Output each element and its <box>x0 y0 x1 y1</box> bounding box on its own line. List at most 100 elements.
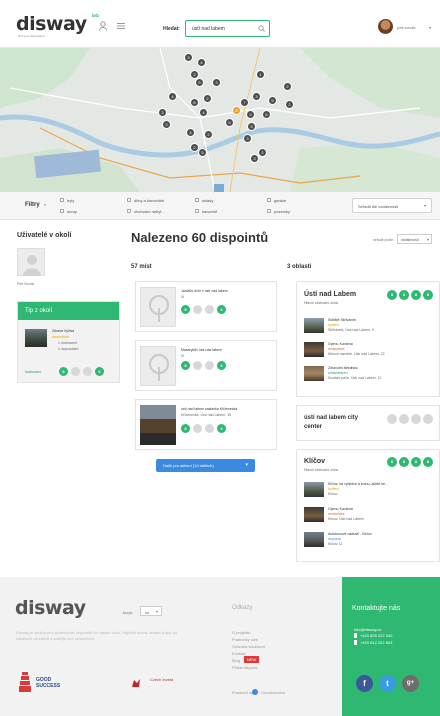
map-pin[interactable]: 5 <box>198 148 207 157</box>
place-card[interactable]: ústí nad labem zastávka Kříženecká Kříže… <box>135 399 277 450</box>
powered-by-name[interactable]: Goodsuccess <box>261 690 285 695</box>
user-icon[interactable] <box>99 21 107 31</box>
partner-logo-czechinvest[interactable]: Czech Invest <box>130 675 178 693</box>
place-card[interactable]: Jarošův dvůr v ústí nad labem XI 8 6 <box>135 281 277 332</box>
map-pin[interactable]: 3 <box>212 78 221 87</box>
filter-checkbox[interactable] <box>60 209 64 213</box>
rating-dot <box>205 424 214 433</box>
chevron-down-icon[interactable]: ▾ <box>44 202 46 207</box>
map-pin-selected[interactable]: 8 <box>232 106 241 115</box>
map-pin[interactable]: 2 <box>162 120 171 129</box>
sort-select[interactable]: Seřadit dle vzdálenosti ▾ <box>352 198 432 213</box>
map-pin[interactable]: 1 <box>256 70 265 79</box>
load-more-button[interactable]: Další pro aktivní (10 dalších) ▾ <box>156 459 255 472</box>
filter-checkbox[interactable] <box>195 198 199 202</box>
search-label: Hledat: <box>163 26 180 32</box>
search-input[interactable]: ústí nad labem <box>185 20 270 37</box>
map-pin[interactable]: 6 <box>262 110 271 119</box>
footer-link[interactable]: Přidat dispoint <box>232 665 257 670</box>
tip-item-title[interactable]: Zdravá Výživa <box>52 329 74 333</box>
filter-checkbox[interactable] <box>60 198 64 202</box>
footer: disway Jazyk: cz ▾ Disway je služba pro … <box>0 577 440 716</box>
chevron-down-icon[interactable]: ▾ <box>429 25 431 30</box>
map-pin[interactable]: 5 <box>195 78 204 87</box>
map-pin[interactable]: 4 <box>186 128 195 137</box>
footer-logo[interactable]: disway <box>15 597 86 619</box>
area-item-address: Klíčov <box>328 492 338 496</box>
facebook-icon[interactable]: f <box>356 675 373 692</box>
place-sub: XI <box>181 295 185 299</box>
area-item-title[interactable]: Opera, Kavárna <box>328 342 353 346</box>
map[interactable]: 3 4 2 1 5 3 2 4 6 2 7 3 5 2 3 4 8 2 6 5 … <box>0 48 440 192</box>
results-title: Nalezeno 60 dispointů <box>131 230 269 245</box>
map-pin[interactable]: 3 <box>243 134 252 143</box>
logo-subtitle: find your disposition <box>18 34 45 38</box>
area-item-title[interactable]: Opera, Kavárna <box>328 507 353 511</box>
area-item-thumbnail <box>304 318 324 333</box>
twitter-icon[interactable]: t <box>379 675 396 692</box>
area-card[interactable]: Ústí nad Labem Hlavní obchodní zóna 8 8 … <box>296 281 440 397</box>
map-pin[interactable]: 2 <box>246 110 255 119</box>
area-item-title[interactable]: Zdravotní středisko <box>328 366 358 370</box>
filter-checkbox[interactable] <box>127 198 131 202</box>
list-icon[interactable] <box>117 22 125 30</box>
rating-dot <box>193 305 202 314</box>
user-name[interactable]: petr.novák <box>397 25 415 30</box>
tip-thumbnail[interactable] <box>25 329 47 347</box>
rating-dot <box>193 424 202 433</box>
filter-label: dílny a kanceláře <box>134 198 165 203</box>
results-sort-select[interactable]: vzdálenosti ▾ <box>397 234 432 244</box>
area-item-title[interactable]: Klíčov, na vyhlídce a kruhu, alžťte ke..… <box>328 482 388 486</box>
area-item-title[interactable]: Sídliště Skřivánek <box>328 318 356 322</box>
search-icon[interactable] <box>258 25 265 32</box>
footer-link[interactable]: Ochrana soukromí <box>232 644 265 649</box>
filter-bar: Filtry ▾ byty domy dílny a kanceláře obc… <box>0 192 440 220</box>
area-item-address: Sociální péče, Ústí nad Labem, 12 <box>328 376 382 380</box>
language-select[interactable]: cz ▾ <box>140 606 162 616</box>
area-item-thumbnail <box>304 507 324 522</box>
filter-checkbox[interactable] <box>267 209 271 213</box>
map-pin[interactable]: 3 <box>252 92 261 101</box>
map-pin[interactable]: 3 <box>158 108 167 117</box>
filter-checkbox[interactable] <box>127 209 131 213</box>
map-pin[interactable]: 3 <box>184 53 193 62</box>
map-pin[interactable]: 5 <box>225 118 234 127</box>
place-card[interactable]: Masarykův ústí nad labem XI 8 6 <box>135 340 277 391</box>
place-name: Masarykův ústí nad labem <box>181 348 222 352</box>
map-pin[interactable]: 7 <box>240 98 249 107</box>
place-sub: Kříženecká, Ústí nad Labem, 15 <box>181 413 231 417</box>
filter-checkbox[interactable] <box>195 209 199 213</box>
footer-link[interactable]: O projektu <box>232 630 250 635</box>
map-pin[interactable]: 2 <box>283 82 292 91</box>
avatar[interactable] <box>378 19 393 34</box>
nearby-user-name[interactable]: Petr Novák <box>17 282 34 286</box>
sort-prefix: seřadit podle: <box>373 238 395 242</box>
map-pin[interactable]: 2 <box>285 100 294 109</box>
google-plus-icon[interactable]: g+ <box>402 675 419 692</box>
footer-link[interactable]: Podmínky užití <box>232 637 258 642</box>
map-pin[interactable]: 6 <box>190 98 199 107</box>
area-card[interactable]: Klíčov Hlavní obchodní zóna 8 8 8 8 Klíč… <box>296 449 440 562</box>
map-pin[interactable]: 4 <box>168 92 177 101</box>
rating-dot: 8 <box>59 367 68 376</box>
partner-logo-goodsuccess[interactable]: GOOD SUCCESS <box>18 670 78 694</box>
contact-email[interactable]: info@disway.cz <box>354 627 382 632</box>
map-pin[interactable]: 4 <box>197 58 206 67</box>
load-more-label: Další pro aktivní (10 dalších) <box>163 463 214 468</box>
map-pin[interactable]: 3 <box>250 154 259 163</box>
area-card[interactable]: ústí nad labem city center <box>296 405 440 441</box>
logo[interactable]: disway beta <box>16 13 99 35</box>
chevron-down-icon: ▾ <box>155 609 158 614</box>
map-pin[interactable]: 2 <box>204 130 213 139</box>
map-pin[interactable]: 2 <box>258 148 267 157</box>
map-pin[interactable]: 2 <box>203 94 212 103</box>
map-pin[interactable]: 3 <box>247 122 256 131</box>
user-avatar[interactable] <box>17 248 45 276</box>
area-item-title[interactable]: Autobusové nádraží - Klíčov <box>328 532 372 536</box>
footer-link[interactable]: Blog <box>232 658 240 663</box>
tip-item-line2: 1 doporučení <box>58 347 79 351</box>
rating-dot <box>83 367 92 376</box>
filter-checkbox[interactable] <box>267 198 271 202</box>
map-pin[interactable]: 4 <box>199 108 208 117</box>
map-pin[interactable]: 5 <box>268 96 277 105</box>
